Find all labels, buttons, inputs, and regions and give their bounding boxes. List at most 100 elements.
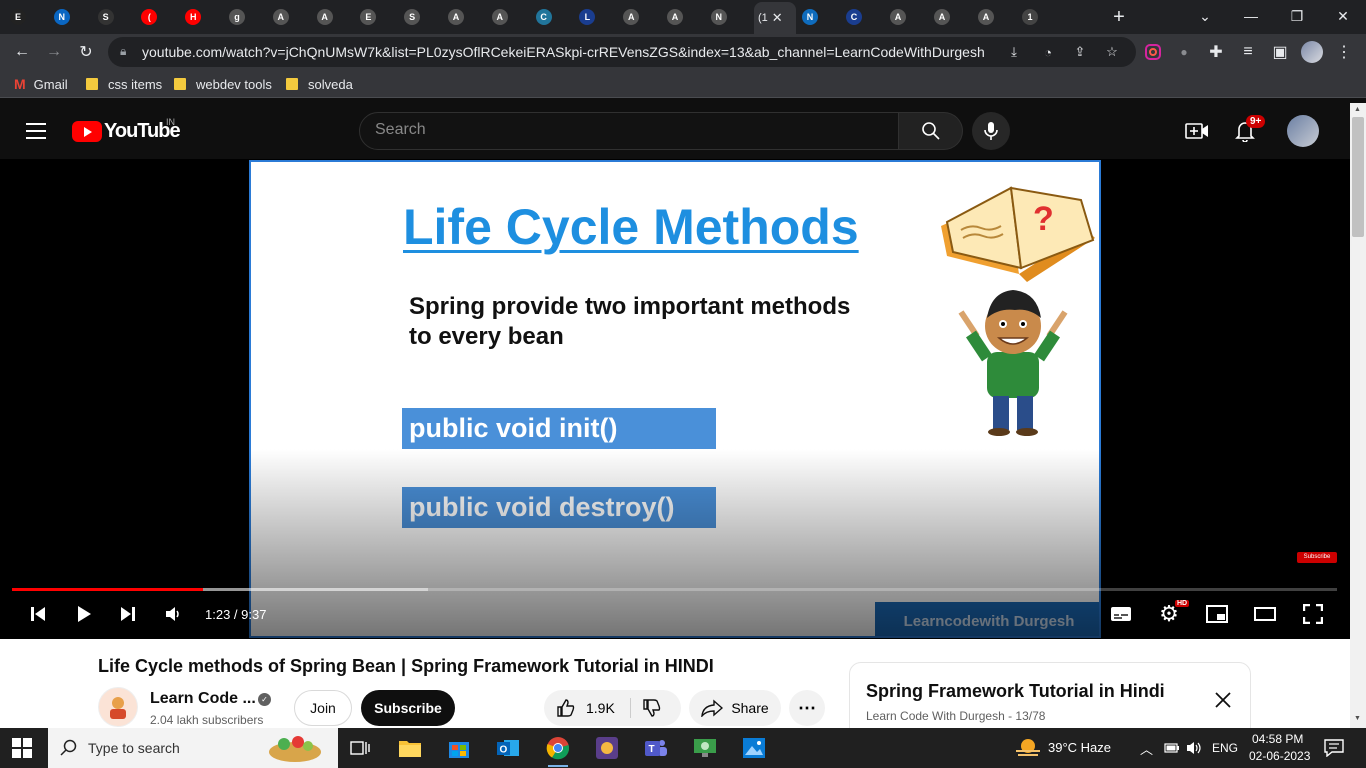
new-tab-button[interactable]: +: [1108, 6, 1130, 28]
channel-avatar[interactable]: [98, 687, 138, 727]
subscribe-watermark-badge[interactable]: Subscribe: [1297, 552, 1337, 563]
task-view-button[interactable]: [346, 734, 374, 762]
microsoft-store-app[interactable]: [445, 734, 473, 762]
chrome-menu-icon[interactable]: ⋮: [1332, 40, 1356, 64]
browser-tab[interactable]: 1: [1022, 4, 1042, 30]
input-language-indicator[interactable]: ENG: [1212, 741, 1238, 755]
remote-desktop-app[interactable]: [691, 734, 719, 762]
subtitles-button[interactable]: [1107, 600, 1135, 628]
subscribe-button[interactable]: Subscribe: [361, 690, 455, 726]
browser-tab[interactable]: A: [934, 4, 954, 30]
playlist-title[interactable]: Spring Framework Tutorial in Hindi: [866, 681, 1165, 702]
browser-tab[interactable]: A: [316, 4, 337, 30]
minimize-button[interactable]: —: [1228, 0, 1274, 32]
browser-tab[interactable]: C: [846, 4, 866, 30]
bookmark-solveda[interactable]: solveda: [286, 75, 353, 93]
bookmark-webdev-tools[interactable]: webdev tools: [174, 75, 272, 93]
share-button[interactable]: Share: [689, 690, 781, 726]
forward-button[interactable]: →: [42, 40, 66, 64]
more-actions-button[interactable]: ⋯: [789, 690, 825, 726]
theater-mode-button[interactable]: [1251, 600, 1279, 628]
voice-search-button[interactable]: [972, 112, 1010, 150]
browser-tab[interactable]: A: [491, 4, 512, 30]
address-bar[interactable]: 🔒︎ youtube.com/watch?v=jChQnUMsW7k&list=…: [108, 37, 1136, 67]
show-hidden-icons-chevron-icon[interactable]: ︿: [1140, 739, 1153, 758]
tab-close-icon[interactable]: ✕: [772, 10, 783, 26]
instagram-extension-icon[interactable]: [1141, 40, 1165, 64]
browser-tab[interactable]: A: [978, 4, 998, 30]
url-text[interactable]: youtube.com/watch?v=jChQnUMsW7k&list=PL0…: [142, 44, 985, 60]
media-controls-icon[interactable]: ≡: [1236, 40, 1260, 64]
previous-button[interactable]: [24, 600, 52, 628]
game-app[interactable]: [593, 734, 621, 762]
bookmark-star-icon[interactable]: ☆: [1102, 42, 1122, 62]
browser-tab[interactable]: A: [890, 4, 910, 30]
file-explorer-app[interactable]: [396, 734, 424, 762]
performance-icon[interactable]: ◔: [1038, 42, 1058, 62]
taskbar-search[interactable]: Type to search: [48, 728, 338, 768]
outlook-app[interactable]: O: [494, 734, 522, 762]
video-player[interactable]: Life Cycle Methods Spring provide two im…: [0, 159, 1350, 639]
back-button[interactable]: ←: [10, 40, 34, 64]
start-button[interactable]: [12, 738, 32, 758]
tab-active[interactable]: (1 ✕: [754, 2, 796, 34]
play-button[interactable]: [70, 600, 98, 628]
notifications-icon[interactable]: [1324, 739, 1344, 757]
browser-tab[interactable]: H: [185, 4, 205, 30]
reload-button[interactable]: ↻: [74, 40, 98, 64]
browser-tab[interactable]: S: [404, 4, 424, 30]
browser-tab[interactable]: N: [802, 4, 822, 30]
browser-tab[interactable]: N: [53, 4, 74, 30]
browser-tab[interactable]: E: [10, 4, 30, 30]
mute-button[interactable]: [159, 600, 187, 628]
search-input[interactable]: [375, 121, 875, 139]
account-avatar[interactable]: [1287, 115, 1319, 147]
photos-app[interactable]: [740, 734, 768, 762]
install-app-icon[interactable]: ⤓: [1004, 42, 1024, 62]
restore-button[interactable]: ❐: [1274, 0, 1320, 32]
share-page-icon[interactable]: ⇪: [1070, 42, 1090, 62]
bookmark-css-items[interactable]: css items: [86, 75, 162, 93]
next-button[interactable]: [114, 600, 142, 628]
clock-time[interactable]: 04:58 PM: [1252, 732, 1303, 746]
weather-text[interactable]: 39°C Haze: [1048, 740, 1111, 755]
browser-tab[interactable]: C: [535, 4, 556, 30]
channel-name[interactable]: Learn Code ...: [150, 690, 256, 708]
extensions-puzzle-icon[interactable]: ✚: [1204, 40, 1228, 64]
fullscreen-button[interactable]: [1299, 600, 1327, 628]
browser-tab[interactable]: N: [710, 4, 731, 30]
close-playlist-button[interactable]: [1212, 689, 1234, 711]
scroll-up-arrow-icon[interactable]: ▲: [1354, 106, 1361, 113]
browser-tab[interactable]: g: [229, 4, 249, 30]
browser-tab[interactable]: S: [97, 4, 118, 30]
dislike-button[interactable]: [642, 698, 662, 721]
miniplayer-button[interactable]: [1203, 600, 1231, 628]
browser-tab[interactable]: A: [623, 4, 643, 30]
youtube-logo[interactable]: YouTube: [72, 120, 181, 143]
tab-search-chevron-icon[interactable]: ⌄: [1182, 0, 1228, 32]
search-button[interactable]: [899, 112, 963, 150]
progress-bar[interactable]: [12, 588, 1337, 591]
browser-tab[interactable]: A: [667, 4, 687, 30]
bookmark-gmail[interactable]: M Gmail: [14, 75, 68, 93]
create-video-button[interactable]: [1184, 118, 1210, 144]
join-button[interactable]: Join: [294, 690, 352, 726]
browser-tab[interactable]: L: [579, 4, 599, 30]
page-scrollbar[interactable]: ▲ ▼: [1350, 103, 1366, 728]
extension-icon[interactable]: ●: [1172, 40, 1196, 64]
clock-date[interactable]: 02-06-2023: [1249, 749, 1310, 763]
browser-tab[interactable]: E: [360, 4, 380, 30]
scroll-down-arrow-icon[interactable]: ▼: [1354, 715, 1361, 722]
menu-hamburger-icon[interactable]: [26, 123, 46, 139]
search-icon: [60, 739, 77, 756]
chrome-app[interactable]: [544, 734, 572, 767]
like-button[interactable]: 1.9K: [556, 698, 615, 718]
browser-tab[interactable]: A: [272, 4, 293, 30]
teams-app[interactable]: T: [642, 734, 670, 762]
browser-tab[interactable]: A: [448, 4, 468, 30]
side-panel-icon[interactable]: ▣: [1268, 40, 1292, 64]
profile-avatar[interactable]: [1300, 40, 1324, 64]
scrollbar-thumb[interactable]: [1352, 117, 1364, 237]
browser-tab[interactable]: (: [141, 4, 161, 30]
close-window-button[interactable]: ✕: [1320, 0, 1366, 32]
